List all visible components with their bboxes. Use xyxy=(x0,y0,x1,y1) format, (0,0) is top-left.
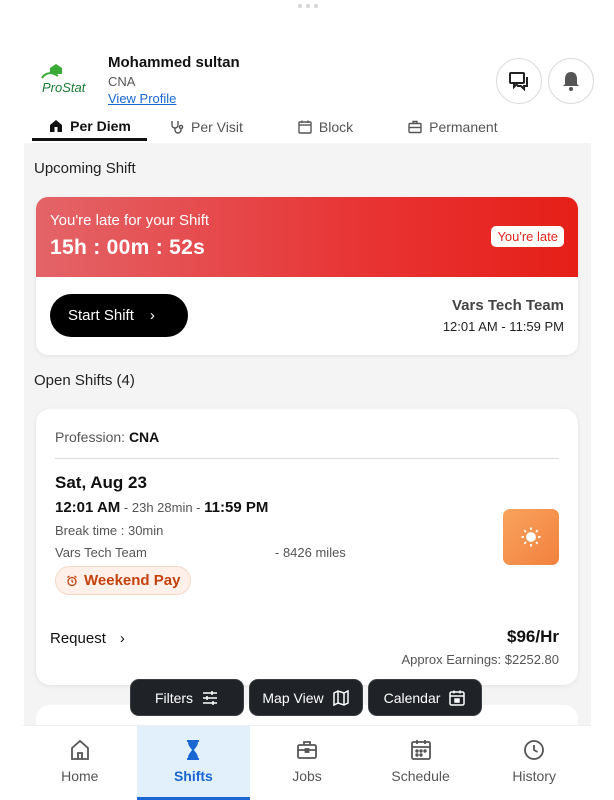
nav-history[interactable]: History xyxy=(477,726,591,800)
user-role: CNA xyxy=(108,74,136,89)
logo-text: ProStat xyxy=(42,80,87,95)
map-view-label: Map View xyxy=(262,689,324,706)
shift-type-tabs: Per Diem Per Visit Block Permanent xyxy=(32,113,590,143)
briefcase-icon xyxy=(297,741,317,759)
filters-button[interactable]: Filters xyxy=(130,679,244,716)
shift-date: Sat, Aug 23 xyxy=(55,473,147,492)
nav-label: Schedule xyxy=(391,768,450,784)
distance: - 8426 miles xyxy=(275,545,346,560)
approx-earnings: Approx Earnings: $2252.80 xyxy=(401,652,559,667)
bell-icon xyxy=(563,72,579,91)
nav-label: Home xyxy=(61,768,99,784)
weekend-pay-label: Weekend Pay xyxy=(84,572,181,589)
start-time: 12:01 AM xyxy=(55,499,121,516)
clock-icon xyxy=(524,740,545,760)
tab-per-diem[interactable]: Per Diem xyxy=(32,113,147,141)
break-time: Break time : 30min xyxy=(55,523,164,538)
divider xyxy=(55,458,559,459)
upcoming-shift-title: Upcoming Shift xyxy=(34,160,136,177)
weekend-pay-badge: Weekend Pay xyxy=(55,566,192,595)
shifts-content[interactable]: Upcoming Shift You're late for your Shif… xyxy=(24,143,591,725)
home-icon xyxy=(50,119,63,132)
nav-shifts[interactable]: Shifts xyxy=(136,726,251,800)
start-shift-label: Start Shift xyxy=(68,307,134,324)
view-profile-link[interactable]: View Profile xyxy=(108,91,176,106)
alarm-clock-icon xyxy=(67,574,77,586)
bottom-navigation: Home Shifts Jobs Schedule History xyxy=(23,725,591,800)
briefcase-icon xyxy=(408,120,422,134)
shift-duration: - 23h 28min - xyxy=(120,500,205,515)
chat-icon xyxy=(509,72,528,92)
user-name: Mohammed sultan xyxy=(108,54,240,71)
late-badge: You're late xyxy=(491,226,564,247)
open-shifts-title: Open Shifts (4) xyxy=(34,372,135,389)
home-icon xyxy=(70,739,89,760)
late-title: You're late for your Shift xyxy=(50,212,210,229)
chevron-right-icon: › xyxy=(149,307,155,324)
calendar-label: Calendar xyxy=(383,689,441,706)
chevron-right-icon: › xyxy=(119,630,125,647)
nav-schedule[interactable]: Schedule xyxy=(364,726,478,800)
profession-line: Profession: CNA xyxy=(55,429,159,445)
nav-jobs[interactable]: Jobs xyxy=(250,726,364,800)
profile-header: ProStat Mohammed sultan CNA View Profile xyxy=(40,50,594,110)
team-name: Vars Tech Team xyxy=(451,297,564,314)
late-banner: You're late for your Shift 15h : 00m : 5… xyxy=(36,197,578,277)
nav-label: Jobs xyxy=(292,768,322,784)
facility-name: Vars Tech Team xyxy=(55,545,147,560)
tab-label: Per Visit xyxy=(191,119,243,135)
hourglass-icon xyxy=(187,740,200,760)
drag-handle xyxy=(298,4,318,8)
action-bar: Filters Map View Calendar xyxy=(130,679,482,716)
request-label: Request xyxy=(50,630,106,647)
profession-label: Profession: xyxy=(55,429,126,445)
request-button[interactable]: Request › xyxy=(50,630,125,647)
prostat-logo: ProStat xyxy=(41,64,87,95)
profession-value: CNA xyxy=(128,429,160,445)
shift-time-range: 12:01 AM - 11:59 PM xyxy=(442,319,564,334)
open-shift-card[interactable]: Profession: CNA Sat, Aug 23 12:01 AM - 2… xyxy=(36,409,578,685)
messages-button[interactable] xyxy=(496,58,542,104)
calendar-icon xyxy=(449,690,466,706)
map-icon xyxy=(332,689,349,706)
filters-label: Filters xyxy=(154,689,194,706)
day-shift-tile xyxy=(503,509,559,565)
tab-block[interactable]: Block xyxy=(285,113,365,141)
calendar-button[interactable]: Calendar xyxy=(368,679,482,716)
nav-label: Shifts xyxy=(173,768,213,784)
sun-icon xyxy=(521,527,541,547)
sliders-icon xyxy=(203,690,218,705)
nav-home[interactable]: Home xyxy=(23,726,137,800)
tab-label: Block xyxy=(318,119,354,135)
tab-permanent[interactable]: Permanent xyxy=(395,113,509,141)
calendar-icon xyxy=(410,740,431,760)
notifications-button[interactable] xyxy=(548,58,594,104)
nav-label: History xyxy=(512,768,556,784)
map-view-button[interactable]: Map View xyxy=(249,679,363,716)
shift-times: 12:01 AM - 23h 28min - 11:59 PM xyxy=(55,499,268,516)
pay-rate: $96/Hr xyxy=(507,627,559,646)
stethoscope-icon xyxy=(171,121,184,134)
upcoming-shift-card: You're late for your Shift 15h : 00m : 5… xyxy=(36,197,578,355)
start-shift-button[interactable]: Start Shift › xyxy=(50,294,188,337)
late-timer: 15h : 00m : 52s xyxy=(50,236,206,259)
calendar-icon xyxy=(298,120,312,134)
tab-per-visit[interactable]: Per Visit xyxy=(157,113,255,141)
end-time: 11:59 PM xyxy=(204,499,269,516)
tab-label: Per Diem xyxy=(70,117,131,134)
tab-label: Permanent xyxy=(429,119,498,135)
